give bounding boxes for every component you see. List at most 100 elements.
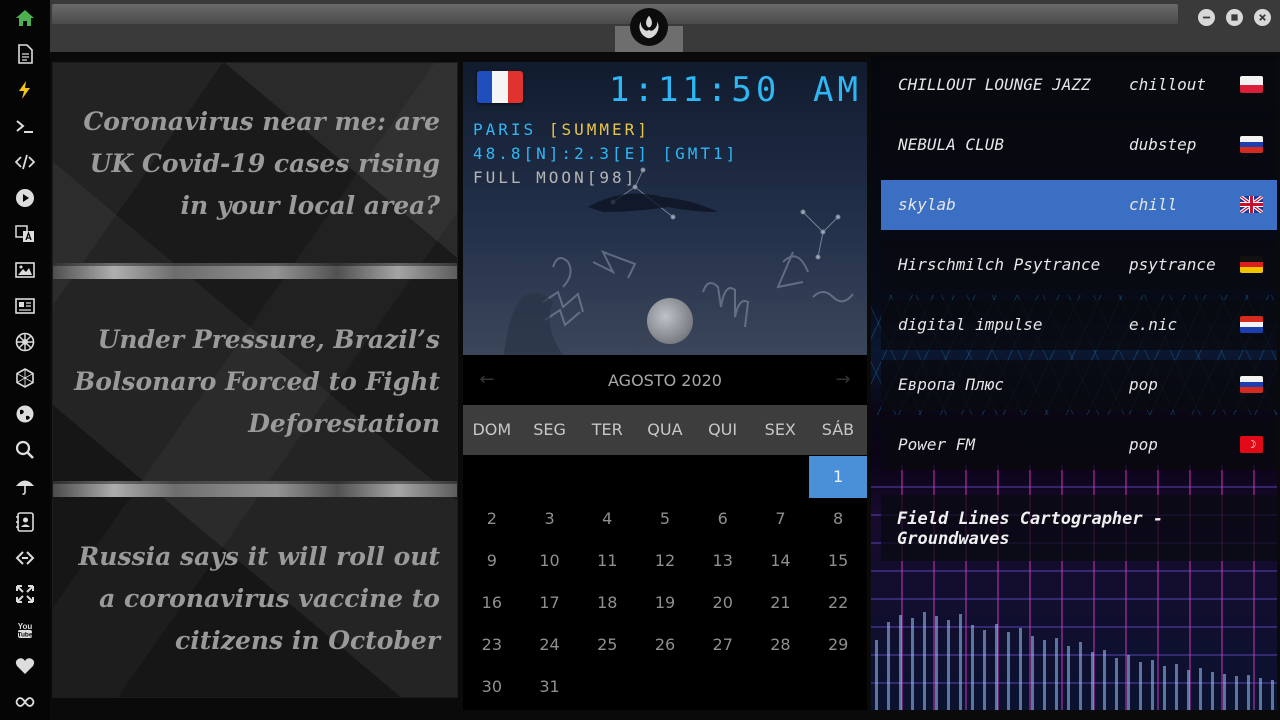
calendar-day[interactable]: 12 xyxy=(636,540,694,582)
calendar-day[interactable]: 21 xyxy=(752,582,810,624)
code-icon[interactable] xyxy=(11,148,39,176)
calendar-day[interactable]: 3 xyxy=(521,498,579,540)
equalizer-bar xyxy=(1211,672,1214,710)
station-row[interactable]: Hirschmilch Psytrance psytrance xyxy=(881,240,1277,290)
calendar-day[interactable]: 11 xyxy=(578,540,636,582)
calendar-header: AGOSTO 2020 xyxy=(463,355,867,405)
news-divider xyxy=(53,263,457,279)
station-genre: psytrance xyxy=(1129,255,1216,274)
equalizer-bar xyxy=(887,622,890,710)
calendar-day[interactable]: 9 xyxy=(463,540,521,582)
station-row[interactable]: NEBULA CLUB dubstep xyxy=(881,120,1277,170)
calendar-day[interactable]: 14 xyxy=(752,540,810,582)
close-button[interactable] xyxy=(1254,9,1271,26)
equalizer-bar xyxy=(1223,674,1226,710)
calendar-day[interactable]: 8 xyxy=(809,498,867,540)
station-name: CHILLOUT LOUNGE JAZZ xyxy=(898,75,1091,94)
title-drag-area[interactable] xyxy=(52,4,1178,24)
calendar-day[interactable]: 22 xyxy=(809,582,867,624)
weekday-label: SEG xyxy=(533,420,566,439)
document-icon[interactable] xyxy=(11,40,39,68)
calendar-day[interactable]: 13 xyxy=(694,540,752,582)
calendar-day[interactable]: 16 xyxy=(463,582,521,624)
calendar-day[interactable]: 29 xyxy=(809,624,867,666)
calendar-day[interactable]: 17 xyxy=(521,582,579,624)
infinity-icon[interactable] xyxy=(11,688,39,716)
news-headline[interactable]: Under Pressure, Brazil’s Bolsonaro Force… xyxy=(73,319,440,445)
station-row[interactable]: skylab chill xyxy=(881,180,1277,230)
calendar-day[interactable]: 18 xyxy=(578,582,636,624)
galactic-empire-icon[interactable] xyxy=(11,328,39,356)
station-row[interactable]: Европа Плюс pop xyxy=(881,360,1277,410)
calendar-day[interactable]: 1 xyxy=(809,456,867,498)
home-icon[interactable] xyxy=(11,4,39,32)
link-icon[interactable] xyxy=(11,544,39,572)
image-icon[interactable] xyxy=(11,256,39,284)
translate-icon[interactable] xyxy=(11,220,39,248)
calendar-day[interactable]: 15 xyxy=(809,540,867,582)
maximize-button[interactable] xyxy=(1226,9,1243,26)
weekday-label: TER xyxy=(591,420,623,439)
calendar-day[interactable]: 19 xyxy=(636,582,694,624)
minimize-button[interactable] xyxy=(1198,9,1215,26)
calendar-day[interactable]: 27 xyxy=(694,624,752,666)
contacts-icon[interactable] xyxy=(11,508,39,536)
calendar-day[interactable]: 2 xyxy=(463,498,521,540)
news-headline[interactable]: Coronavirus near me: are UK Covid-19 cas… xyxy=(73,101,440,227)
station-row[interactable]: Power FM pop ☽ xyxy=(881,420,1277,470)
calendar-day[interactable]: 10 xyxy=(521,540,579,582)
station-name: Hirschmilch Psytrance xyxy=(898,255,1101,274)
calendar-day[interactable]: 23 xyxy=(463,624,521,666)
station-genre: e.nic xyxy=(1129,315,1178,334)
youtube-icon[interactable]: You Tube xyxy=(11,616,39,644)
station-name: digital impulse xyxy=(898,315,1043,334)
equalizer-bar xyxy=(899,615,902,710)
play-icon[interactable] xyxy=(11,184,39,212)
equalizer-bar xyxy=(1247,675,1250,710)
calendar-day[interactable]: 30 xyxy=(463,666,521,708)
station-row[interactable]: CHILLOUT LOUNGE JAZZ chillout xyxy=(881,60,1277,110)
equalizer-bar xyxy=(983,630,986,710)
weekday-label: QUI xyxy=(708,420,738,439)
globe-icon[interactable] xyxy=(11,400,39,428)
calendar-day[interactable]: 25 xyxy=(578,624,636,666)
prev-month-icon[interactable]: ← xyxy=(475,367,499,391)
expand-icon[interactable] xyxy=(11,580,39,608)
umbrella-icon[interactable] xyxy=(11,472,39,500)
sidebar: You Tube xyxy=(0,0,50,720)
equalizer-bar xyxy=(1019,628,1022,710)
station-row[interactable]: digital impulse e.nic xyxy=(881,300,1277,350)
calendar-day[interactable]: 20 xyxy=(694,582,752,624)
terminal-icon[interactable] xyxy=(11,112,39,140)
news-headline[interactable]: Russia says it will roll out a coronavir… xyxy=(73,536,441,662)
equalizer-bar xyxy=(1259,678,1262,710)
hexagon-icon[interactable] xyxy=(11,364,39,392)
search-icon[interactable] xyxy=(11,436,39,464)
calendar-day[interactable]: 24 xyxy=(521,624,579,666)
equalizer-bar xyxy=(875,640,878,710)
station-name: skylab xyxy=(898,195,956,214)
next-month-icon[interactable]: → xyxy=(831,367,855,391)
calendar-day[interactable]: 26 xyxy=(636,624,694,666)
title-bar xyxy=(50,0,1280,52)
calendar-day[interactable]: 28 xyxy=(752,624,810,666)
equalizer-bar xyxy=(1031,636,1034,710)
calendar-day[interactable]: 7 xyxy=(752,498,810,540)
heart-icon[interactable] xyxy=(11,652,39,680)
news-icon[interactable] xyxy=(11,292,39,320)
calendar-day[interactable]: 6 xyxy=(694,498,752,540)
lightning-icon[interactable] xyxy=(11,76,39,104)
equalizer-bar xyxy=(1079,642,1082,710)
equalizer-bar xyxy=(1151,660,1154,710)
calendar-day[interactable]: 5 xyxy=(636,498,694,540)
rebel-alliance-icon[interactable] xyxy=(630,8,668,46)
news-divider xyxy=(53,481,457,497)
equalizer-bar xyxy=(923,612,926,710)
equalizer-bar xyxy=(959,614,962,710)
equalizer-bar xyxy=(1175,664,1178,710)
station-name: Европа Плюс xyxy=(898,375,1004,394)
calendar-day[interactable]: 4 xyxy=(578,498,636,540)
calendar-day[interactable]: 31 xyxy=(521,666,579,708)
equalizer-bar xyxy=(1199,668,1202,710)
clock-season: [SUMMER] xyxy=(548,120,650,139)
